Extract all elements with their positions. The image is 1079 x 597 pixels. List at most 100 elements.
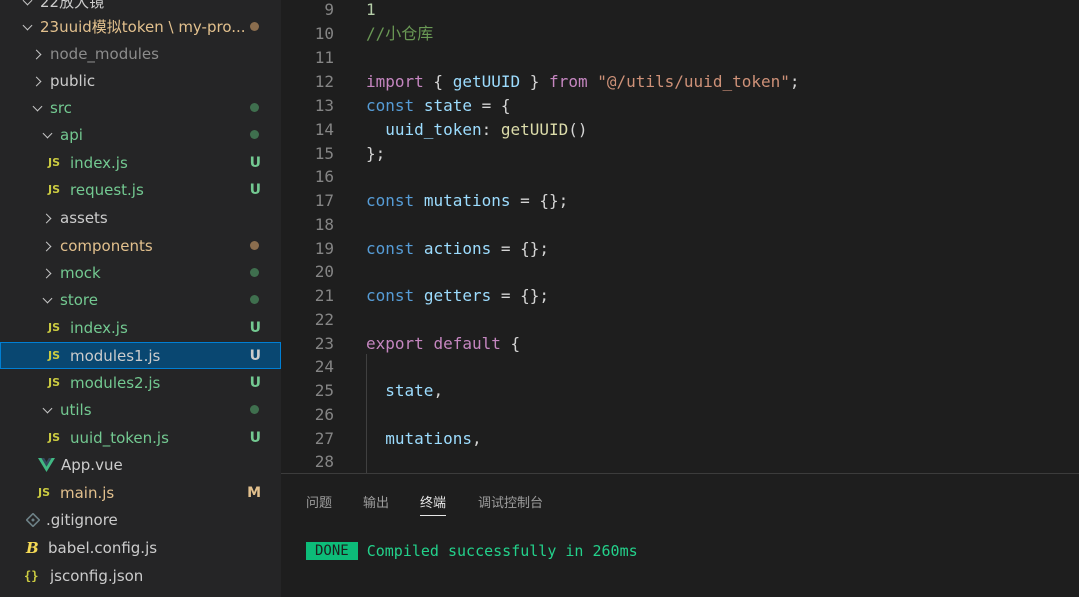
git-status-badge: U	[249, 429, 261, 446]
code-token: {	[423, 72, 453, 91]
code-line[interactable]: 26	[281, 403, 1079, 427]
tree-item[interactable]: store	[0, 286, 281, 313]
code-token: };	[366, 144, 386, 163]
code-line[interactable]: 18	[281, 213, 1079, 237]
modified-dot-icon	[250, 405, 259, 414]
code-token: = {};	[491, 286, 550, 305]
code-line[interactable]: 17 const mutations = {};	[281, 189, 1079, 213]
code-line[interactable]: 28	[281, 450, 1079, 473]
chevron-down-icon	[40, 128, 54, 142]
modified-dot-icon	[250, 268, 259, 277]
line-number: 19	[314, 239, 334, 258]
explorer-sidebar: 22放大镜 23uuid模拟token \ my-pro... node_modul…	[0, 0, 281, 597]
tree-item[interactable]: Bbabel.config.js	[0, 534, 281, 561]
tree-item-label: .gitignore	[46, 510, 118, 529]
tree-item[interactable]: utils	[0, 396, 281, 423]
git-status-badge: U	[249, 347, 261, 364]
tree-item[interactable]: JS request.js U	[0, 176, 281, 203]
babel-file-icon: B	[26, 538, 39, 557]
tree-item[interactable]: api	[0, 121, 281, 148]
line-number: 14	[314, 120, 334, 139]
git-status-badge: U	[249, 181, 261, 198]
git-file-icon	[25, 512, 41, 527]
modified-dot-icon	[250, 241, 259, 250]
line-number: 12	[314, 72, 334, 91]
tree-item[interactable]: node_modules	[0, 40, 281, 67]
bottom-panel: 问题 输出 终端 调试控制台 DONE Compiled successfully i…	[281, 473, 1079, 597]
js-file-icon: JS	[48, 376, 61, 389]
code-token: 1	[366, 0, 376, 19]
code-editor[interactable]: 9 1 10//小仓库 11 12 import { getUUID } from "@/…	[281, 0, 1079, 473]
code-line[interactable]: 15};	[281, 142, 1079, 166]
js-file-icon: JS	[48, 156, 61, 169]
code-line[interactable]: 91	[281, 0, 1079, 22]
line-number: 24	[314, 357, 334, 376]
line-number: 27	[314, 429, 334, 448]
tree-item[interactable]: JS index.js U	[0, 149, 281, 176]
chevron-right-icon	[40, 211, 54, 225]
line-number: 25	[314, 381, 334, 400]
tree-item-label: node_modules	[50, 44, 159, 63]
modified-dot-icon	[250, 295, 259, 304]
chevron-right-icon	[30, 74, 44, 88]
tree-item[interactable]: assets	[0, 204, 281, 231]
line-number: 17	[314, 191, 334, 210]
tree-item[interactable]: components	[0, 232, 281, 259]
code-line[interactable]: 24	[281, 355, 1079, 379]
code-line[interactable]: 16	[281, 165, 1079, 189]
tree-item[interactable]: src	[0, 94, 281, 121]
terminal-message: Compiled successfully in 260ms	[366, 542, 638, 560]
tree-item-label: assets	[60, 208, 108, 227]
tree-item-label: utils	[60, 400, 92, 419]
code-line[interactable]: 23 export default {	[281, 332, 1079, 356]
chevron-down-icon	[40, 403, 54, 417]
tree-item[interactable]: App.vue	[0, 451, 281, 478]
tree-item[interactable]: 23uuid模拟token \ my-pro...	[0, 13, 281, 40]
tree-item-label: index.js	[70, 318, 128, 337]
tree-item[interactable]: JS modules2.js U	[0, 369, 281, 396]
code-token: const	[366, 96, 415, 115]
tree-item[interactable]: JS main.js M	[0, 479, 281, 506]
tree-item[interactable]: JS modules1.js U	[0, 342, 281, 369]
code-line[interactable]: 13 const state = {	[281, 94, 1079, 118]
tree-item[interactable]: public	[0, 67, 281, 94]
code-token: actions	[423, 239, 492, 258]
tree-item[interactable]: {} jsconfig.json	[0, 562, 281, 589]
tree-item-label: 22放大镜	[40, 0, 105, 11]
code-line[interactable]: 14 uuid_token: getUUID()	[281, 118, 1079, 142]
panel-tab[interactable]: 问题	[306, 492, 332, 516]
code-text: uuid_token: getUUID()	[366, 118, 587, 142]
git-status-badge: M	[247, 484, 261, 501]
code-line[interactable]: 22	[281, 308, 1079, 332]
tree-item-label: request.js	[70, 180, 144, 199]
modified-dot-icon	[250, 103, 259, 112]
code-line[interactable]: 11	[281, 46, 1079, 70]
code-token: ,	[471, 429, 482, 448]
line-number: 22	[314, 310, 334, 329]
js-file-icon: JS	[48, 431, 61, 444]
panel-tab[interactable]: 输出	[363, 492, 389, 516]
tree-item[interactable]: .gitignore	[0, 506, 281, 533]
code-line[interactable]: 21 const getters = {};	[281, 284, 1079, 308]
tree-item-label: babel.config.js	[48, 538, 158, 557]
chevron-down-icon	[40, 293, 54, 307]
json-file-icon: {}	[24, 568, 39, 583]
code-line[interactable]: 19 const actions = {};	[281, 237, 1079, 261]
code-line[interactable]: 12 import { getUUID } from "@/utils/uuid_…	[281, 70, 1079, 94]
code-line[interactable]: 20	[281, 260, 1079, 284]
code-line[interactable]: 10 //小仓库	[281, 22, 1079, 46]
panel-tab[interactable]: 调试控制台	[478, 492, 543, 516]
tree-item[interactable]: JS uuid_token.js U	[0, 424, 281, 451]
git-status-badge: U	[249, 154, 261, 171]
tree-item[interactable]: mock	[0, 259, 281, 286]
code-token: default	[433, 334, 501, 353]
tree-item[interactable]: JS index.js U	[0, 314, 281, 341]
code-token: export	[366, 334, 424, 353]
code-line[interactable]: 27 mutations,	[281, 427, 1079, 451]
line-number: 11	[314, 48, 334, 67]
panel-tab[interactable]: 终端	[420, 492, 447, 516]
code-token: = {	[471, 96, 511, 115]
code-line[interactable]: 25 state,	[281, 379, 1079, 403]
